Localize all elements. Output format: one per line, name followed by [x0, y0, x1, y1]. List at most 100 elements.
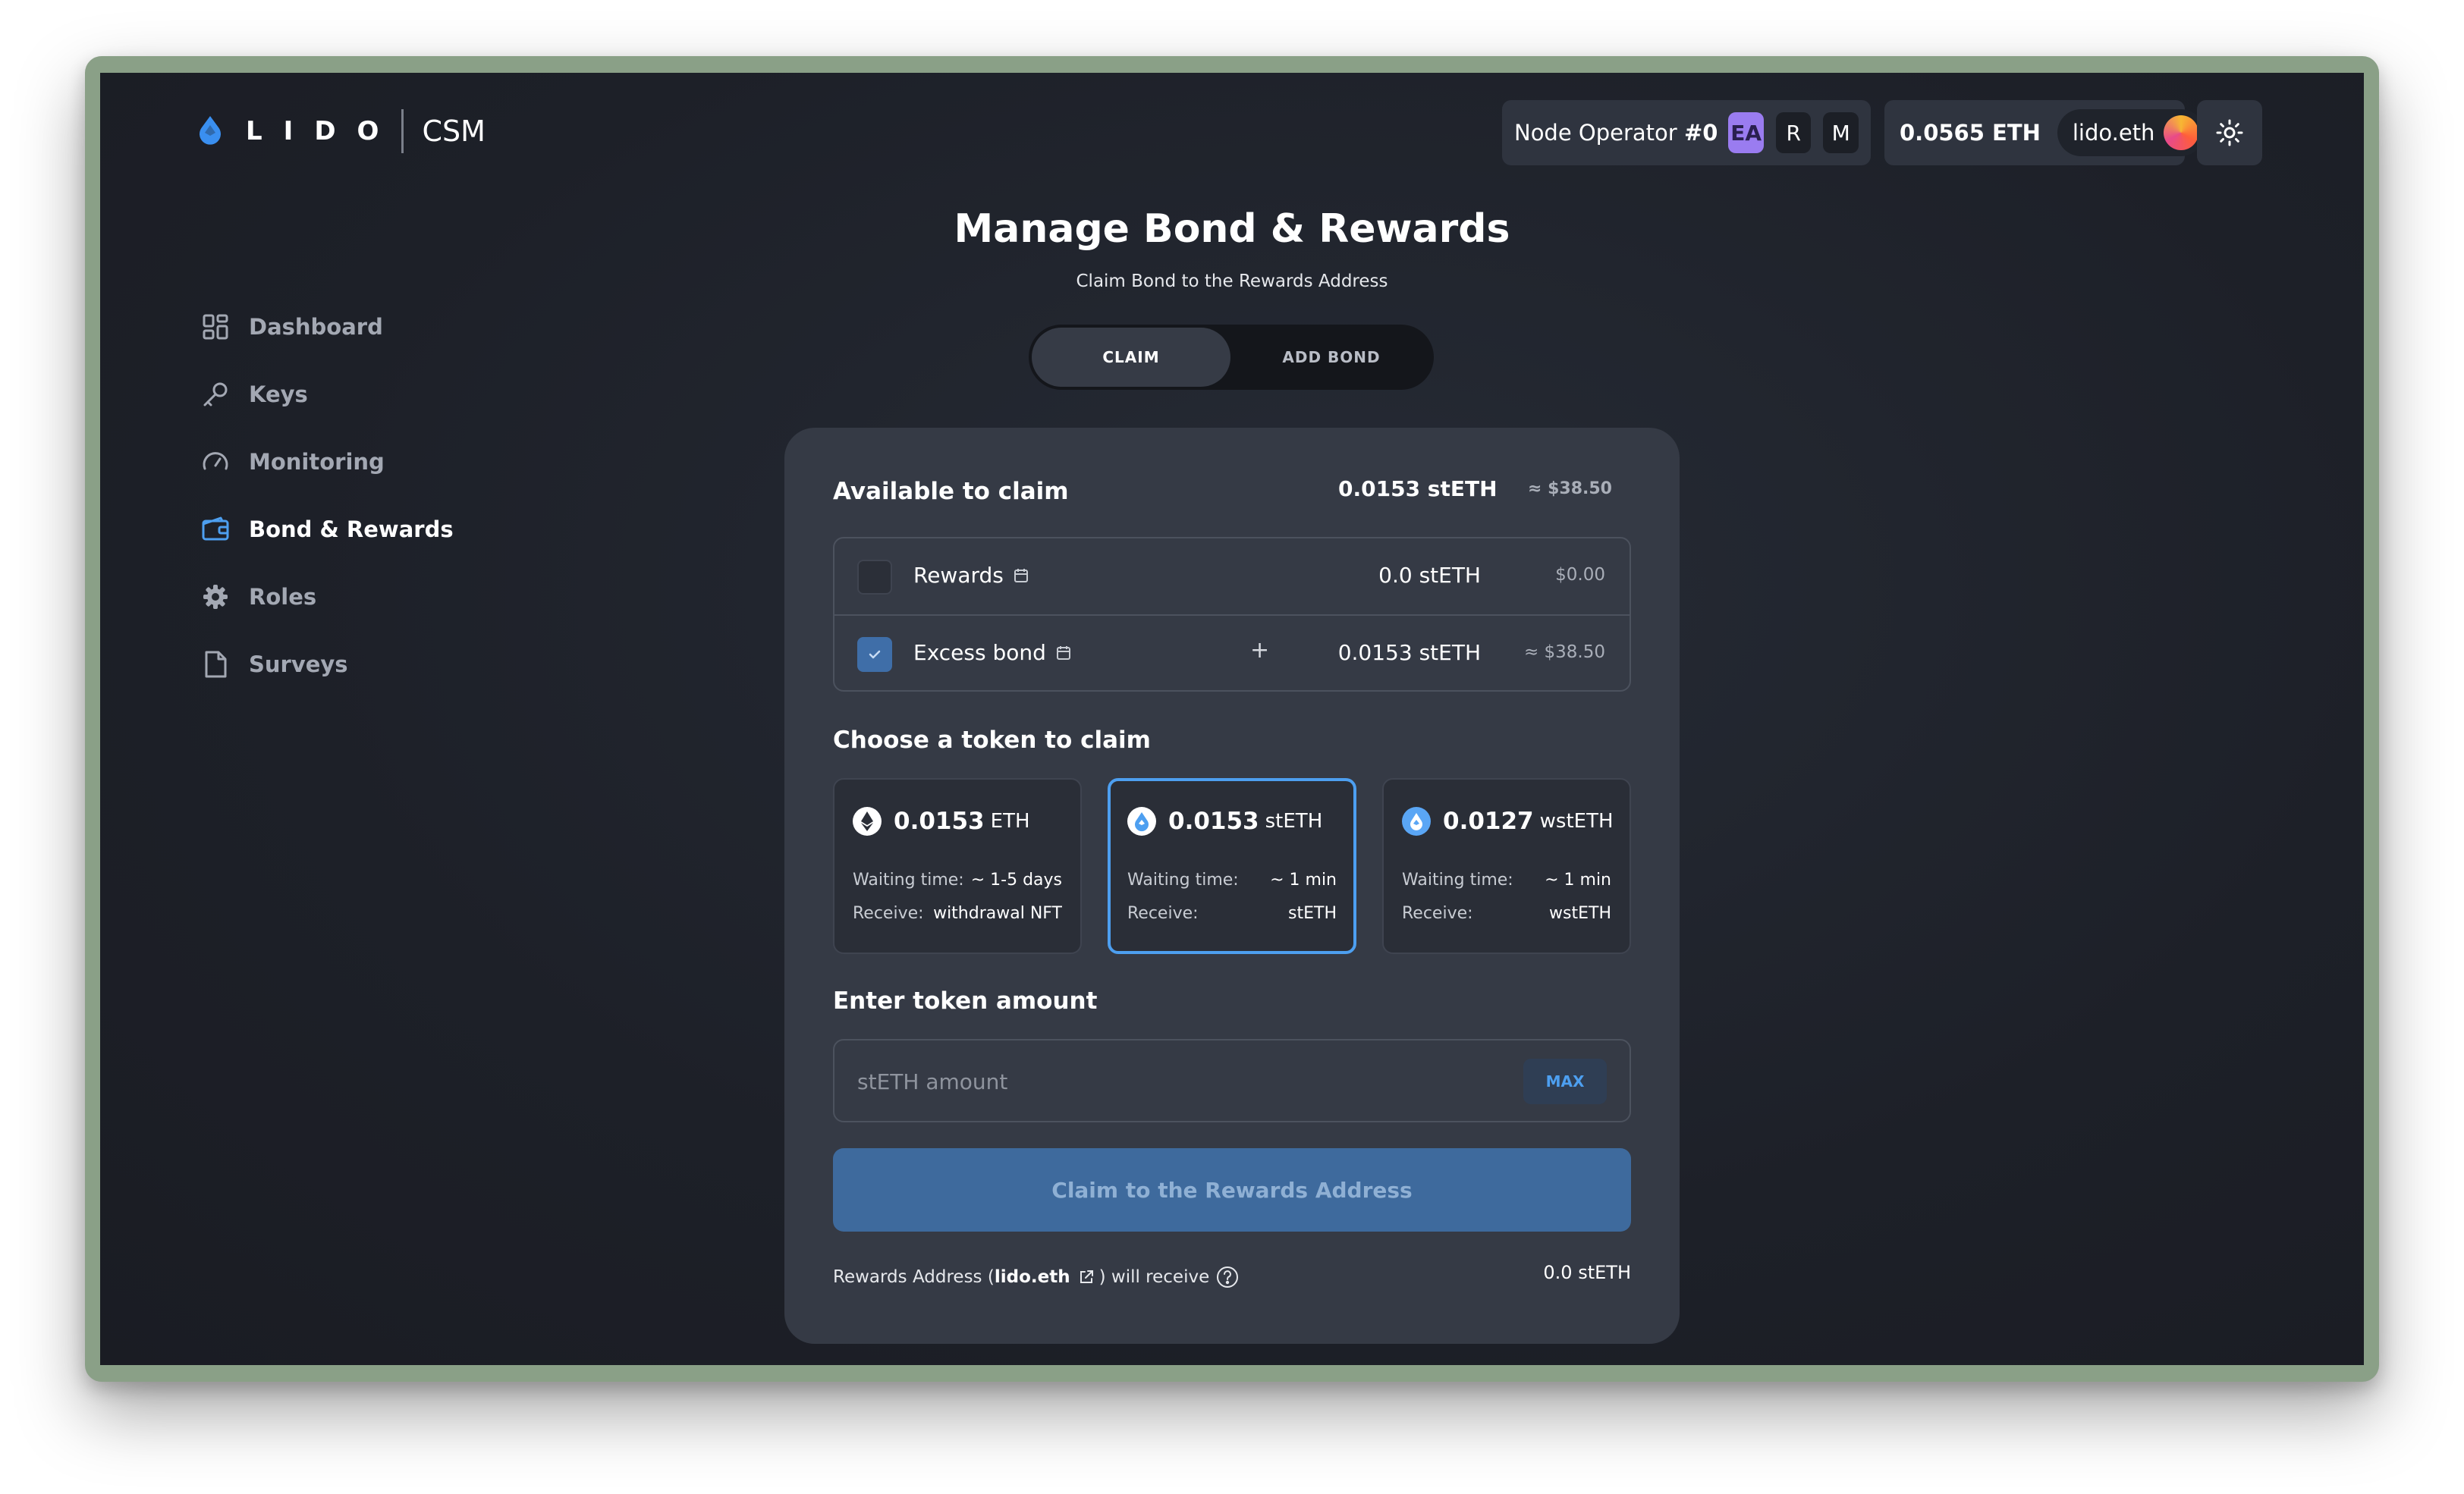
- available-title: Available to claim: [833, 478, 1069, 505]
- tab-claim[interactable]: CLAIM: [1032, 328, 1230, 387]
- token-options: 0.0153 ETH Waiting time: ~ 1-5 days Rece…: [833, 778, 1631, 954]
- excess-bond-checkbox[interactable]: [857, 637, 892, 672]
- key-icon: [200, 379, 231, 410]
- claim-to-rewards-address-button[interactable]: Claim to the Rewards Address: [833, 1148, 1631, 1232]
- token-amount: 0.0127: [1443, 808, 1534, 835]
- node-operator-prefix: Node Operator: [1514, 120, 1684, 146]
- rewards-usd: $0.00: [1555, 565, 1605, 585]
- receive-value: wstETH: [1549, 904, 1611, 923]
- waiting-time-line: Waiting time: ~ 1 min: [1402, 871, 1611, 890]
- sidebar-item-label: Monitoring: [249, 448, 385, 475]
- token-head: 0.0127 wstETH: [1402, 807, 1614, 836]
- excess-bond-label: Excess bond: [913, 640, 1046, 665]
- waiting-label: Waiting time:: [1127, 871, 1239, 890]
- excess-bond-amount: 0.0153 stETH: [1337, 640, 1481, 665]
- claim-row-label: Rewards: [913, 563, 1029, 588]
- rewards-address-note: Rewards Address ( lido.eth ) will receiv…: [833, 1265, 1244, 1289]
- token-head: 0.0153 stETH: [1127, 807, 1322, 836]
- wallet-balance: 0.0565 ETH: [1900, 120, 2041, 146]
- token-option-eth[interactable]: 0.0153 ETH Waiting time: ~ 1-5 days Rece…: [833, 778, 1082, 954]
- token-option-steth[interactable]: 0.0153 stETH Waiting time: ~ 1 min Recei…: [1108, 778, 1356, 954]
- sidebar-item-keys[interactable]: Keys: [200, 360, 454, 428]
- sidebar-item-label: Roles: [249, 583, 317, 610]
- wsteth-icon: [1402, 807, 1431, 836]
- waiting-time-line: Waiting time: ~ 1-5 days: [853, 871, 1062, 890]
- sidebar-item-dashboard[interactable]: Dashboard: [200, 293, 454, 360]
- gauge-icon: [200, 447, 231, 477]
- available-usd: ≈ $38.50: [1528, 479, 1612, 498]
- theme-toggle-button[interactable]: [2197, 100, 2262, 165]
- ens-name: lido.eth: [2072, 120, 2155, 146]
- lido-drop-icon: [200, 116, 221, 145]
- receive-label: Receive:: [1127, 904, 1199, 923]
- amount-field: MAX: [833, 1039, 1631, 1122]
- claim-add-bond-switch: CLAIM ADD BOND: [1029, 325, 1434, 390]
- receive-value: stETH: [1288, 904, 1337, 923]
- calendar-icon[interactable]: [1013, 567, 1029, 584]
- receive-amount: 0.0 stETH: [1543, 1262, 1631, 1283]
- external-link-icon[interactable]: [1078, 1269, 1095, 1285]
- logo-product: CSM: [422, 115, 486, 148]
- wallet-box[interactable]: 0.0565 ETH lido.eth: [1884, 100, 2205, 165]
- token-section-title: Choose a token to claim: [833, 727, 1151, 754]
- role-badge-r: R: [1775, 112, 1812, 153]
- token-unit: ETH: [990, 810, 1030, 833]
- sidebar-item-bond-rewards[interactable]: Bond & Rewards: [200, 495, 454, 563]
- node-operator-id: #0: [1683, 120, 1718, 146]
- tab-add-bond[interactable]: ADD BOND: [1232, 328, 1431, 387]
- token-head: 0.0153 ETH: [853, 807, 1030, 836]
- receive-label: Receive:: [853, 904, 924, 923]
- receive-label: Receive:: [1402, 904, 1473, 923]
- rewards-checkbox[interactable]: [857, 560, 892, 595]
- role-badge-ea: EA: [1728, 112, 1764, 153]
- eth-icon: [853, 807, 882, 836]
- app-root: LIDO CSM Node Operator #0 EA R M 0.0565 …: [100, 73, 2364, 1365]
- footer-prefix: Rewards Address (: [833, 1267, 995, 1287]
- claim-row-excess-bond: Excess bond + 0.0153 stETH ≈ $38.50: [834, 614, 1630, 692]
- sidebar-item-label: Surveys: [249, 651, 348, 677]
- token-amount-input[interactable]: [834, 1040, 1511, 1122]
- waiting-label: Waiting time:: [1402, 871, 1513, 890]
- role-badge-m: M: [1823, 112, 1859, 153]
- waiting-value: ~ 1 min: [1545, 871, 1611, 890]
- claim-card: Available to claim 0.0153 stETH ≈ $38.50…: [784, 428, 1680, 1344]
- sidebar-item-surveys[interactable]: Surveys: [200, 630, 454, 698]
- calendar-icon[interactable]: [1055, 645, 1072, 661]
- wallet-icon: [200, 514, 231, 545]
- claim-sources-list: Rewards 0.0 stETH $0.00 Excess bond + 0.…: [833, 537, 1631, 692]
- waiting-label: Waiting time:: [853, 871, 964, 890]
- token-option-wsteth[interactable]: 0.0127 wstETH Waiting time: ~ 1 min Rece…: [1382, 778, 1631, 954]
- sidebar-item-label: Dashboard: [249, 313, 383, 340]
- ens-account-button[interactable]: lido.eth: [2057, 109, 2205, 156]
- claim-row-rewards: Rewards 0.0 stETH $0.00: [834, 538, 1630, 614]
- sidebar-item-label: Bond & Rewards: [249, 516, 454, 542]
- rewards-label: Rewards: [913, 563, 1004, 588]
- token-unit: stETH: [1265, 810, 1323, 833]
- available-amount: 0.0153 stETH: [1338, 476, 1498, 501]
- plus-sign: +: [1250, 637, 1270, 664]
- gear-icon: [200, 582, 231, 612]
- sidebar-item-roles[interactable]: Roles: [200, 563, 454, 630]
- avatar: [2164, 115, 2199, 150]
- sidebar-item-monitoring[interactable]: Monitoring: [200, 428, 454, 495]
- amount-section-title: Enter token amount: [833, 987, 1098, 1015]
- rewards-address-link[interactable]: lido.eth: [995, 1267, 1070, 1287]
- footer-suffix: ) will receive: [1098, 1267, 1210, 1287]
- sun-icon: [2216, 119, 2243, 146]
- node-operator-selector[interactable]: Node Operator #0 EA R M: [1502, 100, 1871, 165]
- token-amount: 0.0153: [894, 808, 985, 835]
- excess-bond-usd: ≈ $38.50: [1523, 642, 1605, 662]
- receive-line: Receive: stETH: [1127, 904, 1337, 923]
- sidebar-nav: Dashboard Keys Monitoring Bond & Rewards…: [200, 293, 454, 698]
- max-button[interactable]: MAX: [1523, 1059, 1607, 1104]
- logo-text: LIDO: [246, 116, 401, 146]
- sidebar-item-label: Keys: [249, 381, 308, 407]
- claim-row-label: Excess bond: [913, 640, 1072, 665]
- page-title: Manage Bond & Rewards: [954, 206, 1510, 252]
- help-icon[interactable]: [1215, 1265, 1240, 1289]
- logo[interactable]: LIDO CSM: [197, 109, 486, 153]
- token-unit: wstETH: [1539, 810, 1614, 833]
- document-icon: [200, 649, 231, 680]
- steth-icon: [1127, 807, 1156, 836]
- waiting-value: ~ 1-5 days: [970, 871, 1062, 890]
